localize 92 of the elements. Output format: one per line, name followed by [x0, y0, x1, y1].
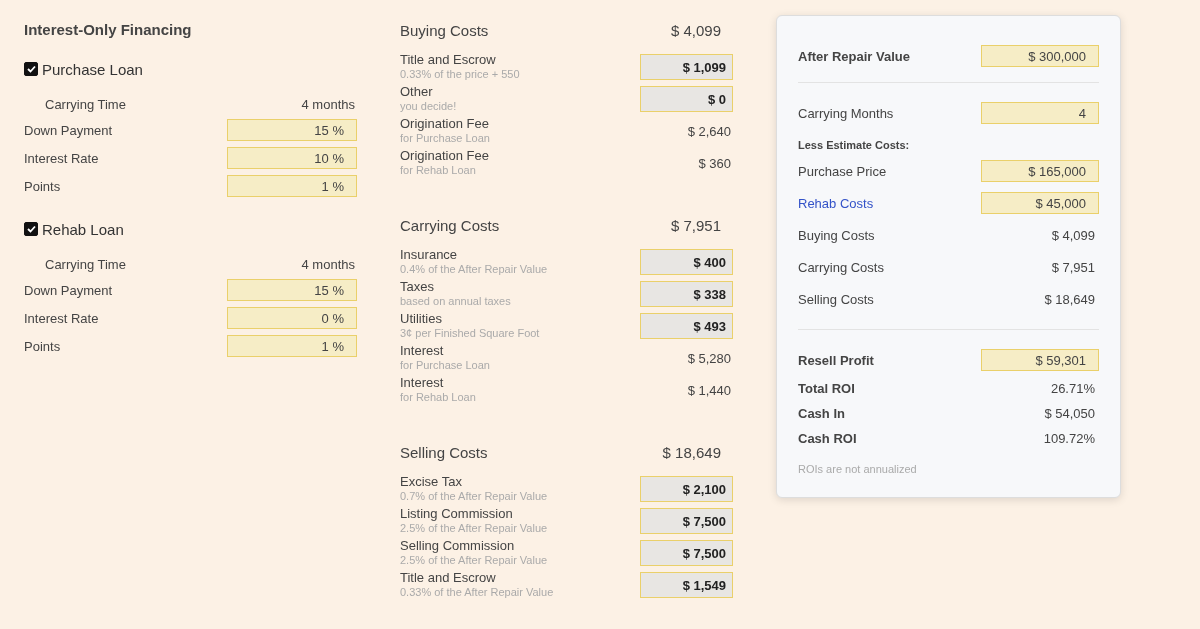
loan-label: Purchase Loan — [42, 60, 143, 78]
section-title: Selling Costs — [400, 443, 488, 461]
summary-value: $ 7,951 — [1051, 259, 1096, 275]
input-field[interactable]: 1 % — [227, 335, 357, 357]
cost-note: 0.33% of the price + 550 — [400, 67, 520, 82]
cost-note: 2.5% of the After Repair Value — [400, 553, 548, 568]
cost-label: Utilities — [400, 311, 443, 326]
cost-note: based on annual taxes — [400, 294, 511, 309]
section-total: $ 18,649 — [662, 443, 721, 461]
field-label: Carrying Time — [44, 96, 126, 112]
input-field[interactable]: 0 % — [227, 307, 357, 329]
summary-label: Selling Costs — [798, 291, 874, 307]
cost-note: 0.33% of the After Repair Value — [400, 585, 554, 600]
field-label: Interest Rate — [24, 310, 99, 326]
cost-label: Selling Commission — [400, 538, 516, 553]
summary-label: Total ROI — [798, 381, 855, 396]
cost-input[interactable]: $ 1,549 — [640, 572, 733, 598]
cost-input[interactable]: $ 7,500 — [640, 540, 733, 566]
summary-label: After Repair Value — [798, 48, 910, 64]
summary-label: Buying Costs — [798, 227, 875, 243]
summary-value: $ 18,649 — [1044, 291, 1096, 307]
cost-note: 0.4% of the After Repair Value — [400, 262, 548, 277]
footnote: ROIs are not annualized — [798, 463, 918, 475]
cost-value: $ 1,440 — [687, 382, 732, 398]
section-title: Carrying Costs — [400, 216, 500, 234]
summary-label: Carrying Months — [798, 105, 894, 121]
cost-input[interactable]: $ 338 — [640, 281, 733, 307]
cost-note: 2.5% of the After Repair Value — [400, 521, 548, 536]
input-field[interactable]: 15 % — [227, 279, 357, 301]
cost-input[interactable]: $ 7,500 — [640, 508, 733, 534]
cost-note: for Purchase Loan — [400, 131, 490, 146]
cost-input[interactable]: $ 2,100 — [640, 476, 733, 502]
cost-label: Taxes — [400, 279, 435, 294]
cost-note: for Purchase Loan — [400, 358, 490, 373]
field-label: Points — [24, 338, 61, 354]
cost-note: for Rehab Loan — [400, 390, 476, 405]
cost-input[interactable]: $ 400 — [640, 249, 733, 275]
input-field[interactable]: 15 % — [227, 119, 357, 141]
cost-label: Interest — [400, 375, 445, 390]
field-label: Interest Rate — [24, 150, 99, 166]
cost-value: $ 5,280 — [687, 350, 732, 366]
cost-input[interactable]: $ 0 — [640, 86, 733, 112]
field-label: Down Payment — [24, 282, 113, 298]
field-label: Down Payment — [24, 122, 113, 138]
summary-value: $ 4,099 — [1051, 227, 1096, 243]
input-field[interactable]: $ 59,301 — [981, 349, 1099, 371]
summary-link[interactable]: Rehab Costs — [798, 195, 874, 211]
cost-label: Origination Fee — [400, 148, 489, 163]
loan-label: Rehab Loan — [42, 220, 124, 238]
summary-label: Purchase Price — [798, 163, 887, 179]
subheading: Less Estimate Costs: — [798, 138, 911, 153]
checkmark-icon — [26, 65, 36, 73]
checkmark-icon — [26, 225, 36, 233]
summary-label: Cash ROI — [798, 431, 857, 446]
cost-note: 3¢ per Finished Square Foot — [400, 326, 540, 341]
cost-note: you decide! — [400, 99, 457, 114]
cost-label: Title and Escrow — [400, 52, 497, 67]
cost-label: Insurance — [400, 247, 459, 262]
section-total: $ 4,099 — [670, 21, 721, 39]
input-field[interactable]: 1 % — [227, 175, 357, 197]
section-title: Interest-Only Financing — [24, 20, 193, 40]
cost-label: Listing Commission — [400, 506, 514, 521]
summary-value: 109.72% — [1043, 431, 1096, 446]
input-field[interactable]: $ 300,000 — [981, 45, 1099, 67]
summary-label: Carrying Costs — [798, 259, 884, 275]
cost-note: for Rehab Loan — [400, 163, 477, 178]
field-label: Carrying Time — [44, 256, 126, 272]
field-value: 4 months — [301, 96, 356, 112]
section-title: Buying Costs — [400, 21, 489, 39]
input-field[interactable]: $ 165,000 — [981, 160, 1099, 182]
cost-input[interactable]: $ 493 — [640, 313, 733, 339]
section-total: $ 7,951 — [670, 216, 721, 234]
cost-note: 0.7% of the After Repair Value — [400, 489, 548, 504]
field-label: Points — [24, 178, 61, 194]
summary-value: 26.71% — [1050, 381, 1096, 396]
field-value: 4 months — [301, 256, 356, 272]
input-field[interactable]: $ 45,000 — [981, 192, 1099, 214]
cost-label: Other — [400, 84, 434, 99]
loan-checkbox[interactable] — [24, 62, 38, 76]
cost-value: $ 2,640 — [687, 123, 732, 139]
input-field[interactable]: 4 — [981, 102, 1099, 124]
summary-label: Resell Profit — [798, 352, 874, 368]
cost-input[interactable]: $ 1,099 — [640, 54, 733, 80]
summary-value: $ 54,050 — [1044, 406, 1096, 421]
input-field[interactable]: 10 % — [227, 147, 357, 169]
cost-label: Origination Fee — [400, 116, 490, 131]
cost-label: Excise Tax — [400, 474, 463, 489]
cost-value: $ 360 — [698, 155, 732, 171]
cost-label: Interest — [400, 343, 445, 358]
cost-label: Title and Escrow — [400, 570, 497, 585]
loan-checkbox[interactable] — [24, 222, 38, 236]
summary-label: Cash In — [798, 406, 845, 421]
